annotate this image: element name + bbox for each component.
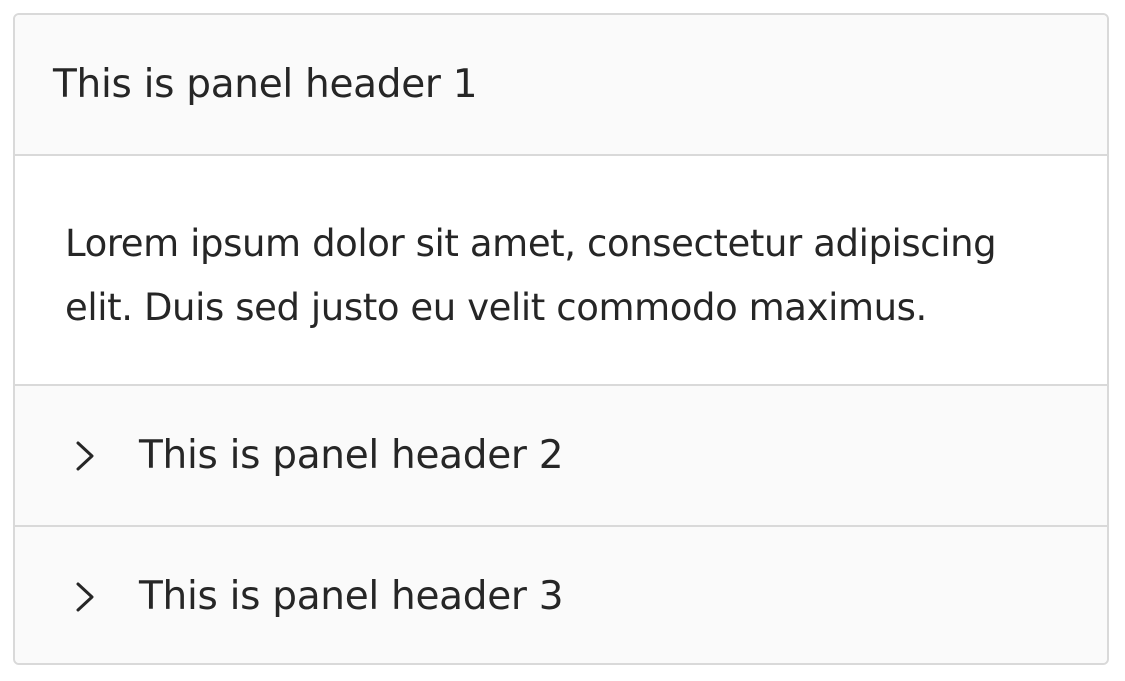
panel-header-3[interactable]: This is panel header 3 (15, 527, 1107, 663)
panel-header-3-title: This is panel header 3 (139, 574, 564, 619)
panel-header-2-title: This is panel header 2 (139, 433, 564, 478)
panel-header-1[interactable]: This is panel header 1 (15, 15, 1107, 154)
collapse-accordion: This is panel header 1 Lorem ipsum dolor… (13, 13, 1109, 665)
panel-content-1: Lorem ipsum dolor sit amet, consectetur … (15, 154, 1107, 384)
panel-3: This is panel header 3 (15, 525, 1107, 663)
chevron-right-icon (71, 581, 99, 613)
panel-header-1-title: This is panel header 1 (53, 62, 478, 107)
panel-content-1-text: Lorem ipsum dolor sit amet, consectetur … (65, 222, 997, 329)
panel-1: This is panel header 1 Lorem ipsum dolor… (15, 15, 1107, 384)
chevron-right-icon (71, 440, 99, 472)
panel-header-2[interactable]: This is panel header 2 (15, 386, 1107, 525)
panel-2: This is panel header 2 (15, 384, 1107, 525)
